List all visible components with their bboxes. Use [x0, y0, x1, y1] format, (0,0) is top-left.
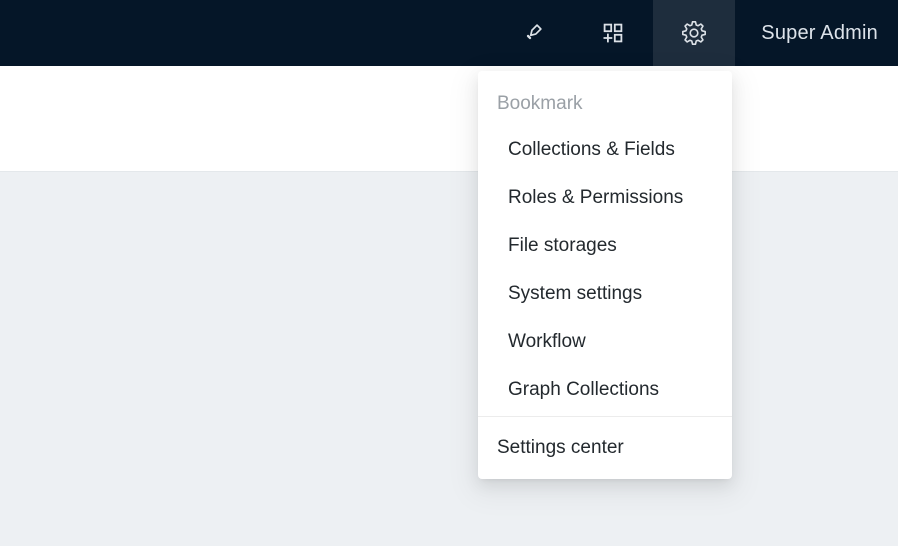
- top-header-bar: Super Admin: [0, 0, 898, 66]
- ui-editor-icon: [601, 21, 625, 45]
- page-background: [0, 173, 898, 546]
- settings-button[interactable]: [653, 0, 735, 66]
- menu-item-workflow[interactable]: Workflow: [478, 318, 732, 366]
- highlight-button[interactable]: [493, 0, 573, 66]
- user-menu[interactable]: Super Admin: [735, 0, 898, 66]
- settings-dropdown-menu: Bookmark Collections & Fields Roles & Pe…: [478, 71, 732, 479]
- menu-item-file-storages[interactable]: File storages: [478, 222, 732, 270]
- menu-item-settings-center[interactable]: Settings center: [478, 419, 732, 477]
- user-name-label: Super Admin: [761, 22, 878, 45]
- menu-item-roles-permissions[interactable]: Roles & Permissions: [478, 174, 732, 222]
- menu-group-title-bookmark: Bookmark: [478, 82, 732, 126]
- menu-item-system-settings[interactable]: System settings: [478, 270, 732, 318]
- content-white-band: [0, 66, 898, 172]
- highlight-icon: [521, 21, 545, 45]
- menu-item-collections-fields[interactable]: Collections & Fields: [478, 126, 732, 174]
- menu-item-graph-collections[interactable]: Graph Collections: [478, 366, 732, 414]
- menu-divider: [478, 416, 732, 417]
- ui-editor-button[interactable]: [573, 0, 653, 66]
- settings-icon: [681, 20, 707, 46]
